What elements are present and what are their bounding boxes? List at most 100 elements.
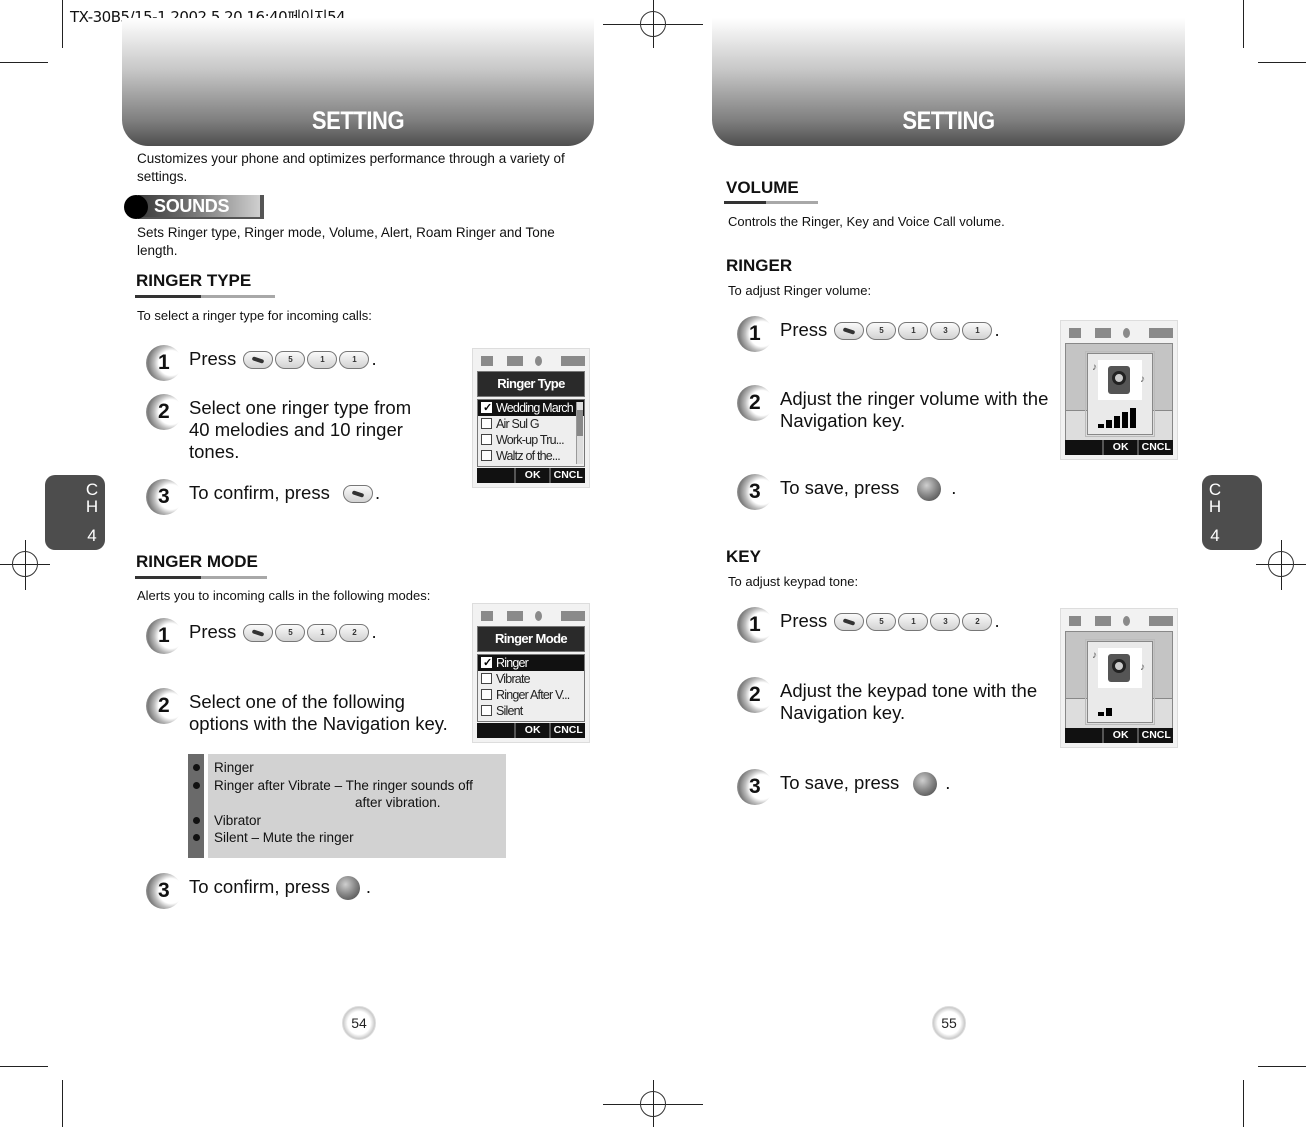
- list-item[interactable]: Waltz of the...: [478, 448, 584, 464]
- ringer-mode-list: Ringer Vibrate Ringer After V... Silent: [477, 654, 585, 722]
- chapter-tab-left: CH 4: [45, 475, 105, 550]
- step-text: To save, press: [780, 772, 900, 793]
- list-item[interactable]: Vibrate: [478, 671, 584, 687]
- step-number-badge: 1: [737, 607, 773, 643]
- key-5-icon: 5: [866, 322, 897, 341]
- checkbox-icon: [481, 418, 492, 429]
- send-key-icon: [243, 624, 274, 643]
- step-text: Press: [189, 621, 237, 642]
- list-item[interactable]: Ringer: [478, 655, 584, 671]
- ringer-volume-screen: ♪ ♪ OK CNCL: [1060, 320, 1178, 460]
- key-sequence: 5 1 3 2: [834, 613, 993, 632]
- checkbox-icon: [481, 689, 492, 700]
- volume-bar: [1106, 708, 1112, 716]
- step-text-line: tones.: [189, 441, 240, 462]
- status-bar-icons: [1065, 613, 1173, 631]
- softkey-left[interactable]: [1065, 440, 1102, 455]
- ringer-mode-options-box: Ringer Ringer after Vibrate – The ringer…: [188, 754, 506, 858]
- step-text-line: Navigation key.: [780, 410, 906, 431]
- list-item[interactable]: Work-up Tru...: [478, 432, 584, 448]
- key-3-icon: 3: [930, 613, 961, 632]
- softkey-cancel[interactable]: CNCL: [549, 468, 585, 483]
- list-item[interactable]: Air Sul G: [478, 416, 584, 432]
- key-3-icon: 3: [930, 322, 961, 341]
- speaker-icon: [1098, 648, 1142, 688]
- option-ringer: Ringer: [214, 760, 254, 775]
- ringer-mode-heading: RINGER MODE: [136, 552, 258, 571]
- step-text-line: Adjust the keypad tone with the: [780, 680, 1038, 701]
- softkey-cancel[interactable]: CNCL: [1137, 440, 1173, 455]
- volume-bar: [1122, 412, 1128, 428]
- ringer-heading: RINGER: [726, 256, 793, 275]
- checkbox-icon: [481, 705, 492, 716]
- step-number-badge: 2: [737, 677, 773, 713]
- key-1-icon: 1: [307, 624, 338, 643]
- page-title: SETTING: [902, 107, 995, 135]
- key-5-icon: 5: [866, 613, 897, 632]
- ringer-type-list: Wedding March Air Sul G Work-up Tru... W…: [477, 399, 585, 467]
- list-item[interactable]: Ringer After V...: [478, 687, 584, 703]
- music-note-icon: ♪: [1092, 362, 1097, 373]
- sounds-label: SOUNDS: [154, 196, 230, 216]
- key-1-icon: 1: [898, 322, 929, 341]
- softkey-cancel[interactable]: CNCL: [1137, 728, 1173, 743]
- chapter-letters: CH: [1208, 480, 1222, 516]
- softkey-ok[interactable]: OK: [513, 723, 550, 738]
- sounds-section-header: SOUNDS: [124, 194, 266, 220]
- softkey-cancel[interactable]: CNCL: [549, 723, 585, 738]
- checkbox-icon: [481, 450, 492, 461]
- softkey-left[interactable]: [1065, 728, 1102, 743]
- step-number-badge: 1: [146, 618, 182, 654]
- step-text: Press: [780, 610, 828, 631]
- step-text-line: 40 melodies and 10 ringer: [189, 419, 403, 440]
- checkbox-icon: [481, 673, 492, 684]
- step-text: To confirm, press: [189, 482, 330, 503]
- softkey-ok[interactable]: OK: [1101, 728, 1138, 743]
- step-number-badge: 2: [737, 385, 773, 421]
- ringer-type-heading: RINGER TYPE: [136, 271, 252, 290]
- music-note-icon: ♪: [1092, 650, 1097, 661]
- ok-center-key-icon: [335, 876, 360, 901]
- send-key-icon: [343, 485, 373, 504]
- step-number-badge: 3: [146, 479, 182, 515]
- bullet-icon: [193, 782, 200, 789]
- softkey-ok[interactable]: OK: [513, 468, 550, 483]
- key-description: To adjust keypad tone:: [728, 574, 859, 589]
- chapter-number: 4: [87, 526, 97, 545]
- volume-bar: [1098, 712, 1104, 716]
- checkbox-checked-icon: [481, 400, 492, 416]
- softkey-left[interactable]: [477, 723, 514, 738]
- music-note-icon: ♪: [1140, 374, 1145, 385]
- step-text: To save, press: [780, 477, 900, 498]
- step-text: Press: [780, 319, 828, 340]
- step-text-line: options with the Navigation key.: [189, 713, 448, 734]
- checkbox-checked-icon: [481, 655, 492, 671]
- bullet-icon: [193, 764, 200, 771]
- softkey-left[interactable]: [477, 468, 514, 483]
- key-1-icon: 1: [962, 322, 993, 341]
- page-title: SETTING: [311, 107, 405, 135]
- volume-description: Controls the Ringer, Key and Voice Call …: [728, 214, 1005, 229]
- bullet-dot-icon: [124, 195, 148, 219]
- step-text-line: Select one of the following: [189, 691, 405, 712]
- key-heading: KEY: [726, 547, 761, 566]
- screen-title: Ringer Type: [477, 371, 585, 397]
- softkey-bar: OK CNCL: [1065, 728, 1173, 743]
- checkbox-icon: [481, 434, 492, 445]
- softkey-bar: OK CNCL: [1065, 440, 1173, 455]
- chapter-letters: CH: [85, 480, 99, 516]
- key-2-icon: 2: [339, 624, 370, 643]
- volume-bar: [1106, 420, 1112, 428]
- key-1-icon: 1: [339, 351, 370, 370]
- volume-popup: ♪ ♪: [1085, 639, 1155, 725]
- music-note-icon: ♪: [1140, 662, 1145, 673]
- key-sequence: 5 1 1: [243, 351, 370, 370]
- key-1-icon: 1: [307, 351, 338, 370]
- scrollbar[interactable]: [576, 402, 583, 464]
- step-number-badge: 3: [737, 474, 773, 510]
- step-text-line: Select one ringer type from: [189, 397, 412, 418]
- list-item[interactable]: Wedding March: [478, 400, 584, 416]
- chapter-tab-right: CH 4: [1202, 475, 1262, 550]
- list-item[interactable]: Silent: [478, 703, 584, 719]
- softkey-ok[interactable]: OK: [1101, 440, 1138, 455]
